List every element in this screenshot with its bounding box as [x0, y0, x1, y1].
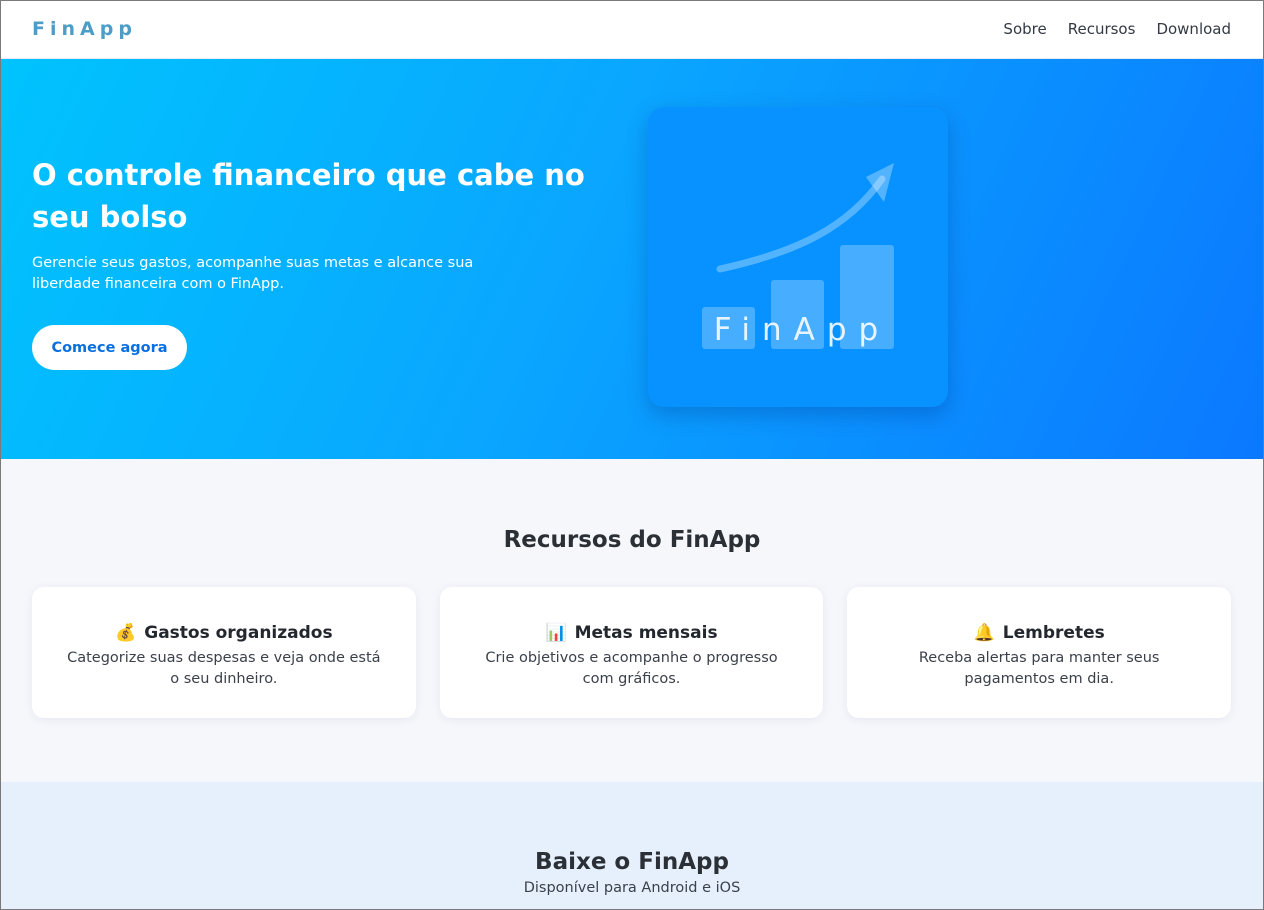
feature-card-title: 📊 Metas mensais: [440, 621, 824, 645]
nav-link-recursos[interactable]: Recursos: [1068, 20, 1136, 38]
features-section: Recursos do FinApp 💰 Gastos organizados …: [0, 459, 1264, 782]
bar-chart-icon: [702, 163, 894, 349]
bell-icon: 🔔: [973, 623, 995, 643]
feature-card-metas: 📊 Metas mensais Crie objetivos e acompan…: [439, 587, 824, 718]
download-title: Baixe o FinApp: [535, 849, 729, 875]
hero-subtitle: Gerencie seus gastos, acompanhe suas met…: [32, 255, 474, 292]
download-subtitle: Disponível para Android e iOS: [523, 880, 741, 896]
feature-description: Receba alertas para manter seus pagament…: [918, 650, 1160, 687]
feature-description: Categorize suas despesas e veja onde est…: [67, 650, 381, 687]
feature-card-title: 💰 Gastos organizados: [32, 621, 416, 645]
feature-card-title: 🔔 Lembretes: [847, 621, 1231, 645]
feature-title-text: Lembretes: [1002, 623, 1105, 643]
hero-title: O controle financeiro que cabe no seu bo…: [32, 158, 585, 234]
feature-description: Crie objetivos e acompanhe o progresso c…: [485, 650, 778, 687]
illustration-wordmark: FinApp: [713, 312, 891, 348]
top-navbar: FinApp Sobre Recursos Download: [0, 0, 1264, 59]
feature-cards: 💰 Gastos organizados Categorize suas des…: [32, 587, 1232, 718]
feature-card-gastos: 💰 Gastos organizados Categorize suas des…: [32, 587, 416, 718]
feature-title-text: Metas mensais: [574, 623, 718, 643]
app-illustration: FinApp: [648, 107, 948, 407]
bar-chart-icon: 📊: [545, 623, 567, 643]
start-now-button[interactable]: Comece agora: [32, 325, 187, 370]
main-nav: Sobre Recursos Download: [1003, 20, 1231, 38]
feature-card-lembretes: 🔔 Lembretes Receba alertas para manter s…: [847, 587, 1232, 718]
nav-link-download[interactable]: Download: [1156, 20, 1231, 38]
nav-link-sobre[interactable]: Sobre: [1003, 20, 1046, 38]
feature-title-text: Gastos organizados: [144, 623, 333, 643]
features-title: Recursos do FinApp: [503, 527, 761, 553]
hero-section: O controle financeiro que cabe no seu bo…: [0, 59, 1264, 459]
brand-logo[interactable]: FinApp: [32, 18, 137, 40]
download-section: Baixe o FinApp Disponível para Android e…: [0, 782, 1264, 910]
money-bag-icon: 💰: [115, 623, 137, 643]
